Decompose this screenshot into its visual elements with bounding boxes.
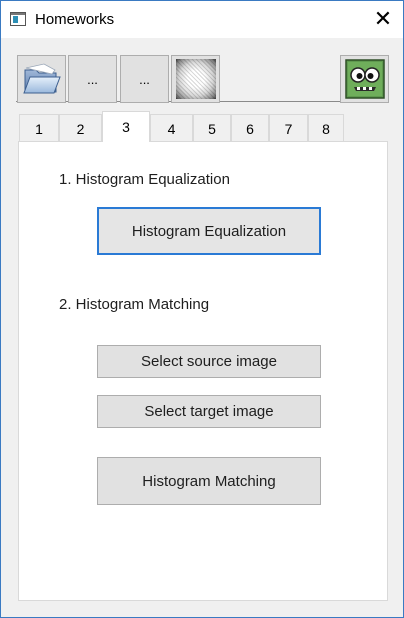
tab-1[interactable]: 1: [19, 114, 59, 142]
tab-panel: 1. Histogram Equalization Histogram Equa…: [18, 141, 388, 601]
toolbar-button-2-label: ...: [87, 71, 98, 87]
select-target-image-button[interactable]: Select target image: [97, 395, 321, 428]
title-bar: Homeworks ✕: [1, 1, 403, 38]
histogram-equalization-button-label: Histogram Equalization: [131, 222, 287, 240]
tab-label: 4: [167, 120, 176, 137]
tab-label: 7: [284, 120, 293, 137]
gradient-noise-icon: [175, 59, 216, 99]
tab-label: 5: [208, 120, 216, 137]
histogram-equalization-heading: 1. Histogram Equalization: [59, 171, 230, 188]
close-icon: ✕: [373, 7, 393, 32]
tab-6[interactable]: 6: [231, 114, 269, 142]
tab-5[interactable]: 5: [193, 114, 231, 142]
tab-label: 3: [122, 119, 130, 135]
toolbar-button-3[interactable]: ...: [120, 55, 169, 103]
histogram-matching-button[interactable]: Histogram Matching: [97, 457, 321, 505]
tab-label: 6: [246, 120, 254, 137]
open-folder-button[interactable]: [17, 55, 66, 103]
app-window-icon: [10, 12, 26, 26]
app-window: Homeworks ✕ ... ... 1 2 3 4 5 6 7 8 1. H…: [0, 0, 404, 618]
close-button[interactable]: ✕: [363, 1, 403, 38]
histogram-matching-heading: 2. Histogram Matching: [59, 296, 210, 313]
window-title: Homeworks: [35, 11, 115, 28]
select-source-image-label: Select source image: [141, 353, 277, 370]
tab-label: 1: [35, 120, 43, 137]
histogram-matching-button-label: Histogram Matching: [142, 472, 276, 490]
monster-button[interactable]: [340, 55, 389, 103]
folder-open-icon: [22, 63, 61, 94]
green-monster-icon: [344, 59, 385, 99]
tab-4[interactable]: 4: [150, 114, 193, 142]
tab-label: 8: [322, 120, 330, 137]
select-target-image-label: Select target image: [144, 403, 274, 420]
toolbar-button-3-label: ...: [139, 71, 150, 87]
tab-2[interactable]: 2: [59, 114, 102, 142]
toolbar-button-2[interactable]: ...: [68, 55, 117, 103]
tab-label: 2: [76, 120, 85, 137]
tab-7[interactable]: 7: [269, 114, 308, 142]
gradient-image-button[interactable]: [171, 55, 220, 103]
select-source-image-button[interactable]: Select source image: [97, 345, 321, 378]
tab-3[interactable]: 3: [102, 111, 150, 142]
histogram-equalization-button[interactable]: Histogram Equalization: [97, 207, 321, 255]
tab-8[interactable]: 8: [308, 114, 344, 142]
